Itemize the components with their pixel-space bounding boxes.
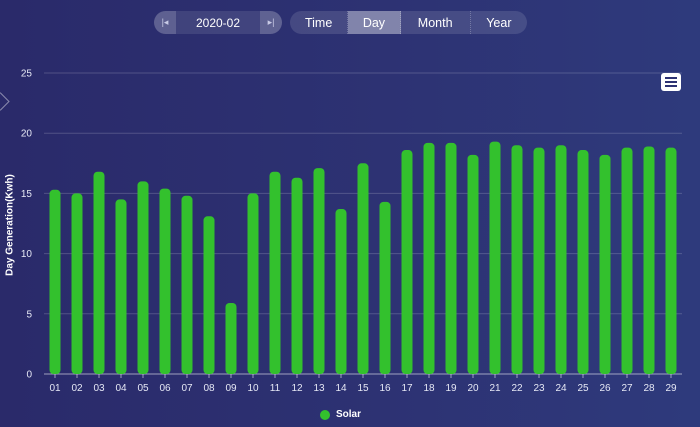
x-tick-label: 16 (379, 383, 391, 394)
x-tick-label: 19 (445, 383, 457, 394)
bar-day-23 (533, 147, 545, 374)
x-tick-label: 21 (489, 383, 501, 394)
x-tick-label: 26 (599, 383, 611, 394)
x-tick-label: 03 (93, 383, 105, 394)
x-tick-label: 17 (401, 383, 413, 394)
y-tick-label: 0 (26, 370, 32, 381)
bar-day-16 (379, 201, 391, 374)
x-tick-label: 27 (621, 383, 633, 394)
x-tick-label: 12 (291, 383, 303, 394)
bar-day-02 (71, 193, 83, 374)
bar-day-17 (401, 150, 413, 374)
bar-day-09 (225, 302, 237, 374)
y-tick-label: 25 (21, 69, 33, 80)
bar-day-18 (423, 142, 435, 374)
x-tick-label: 20 (467, 383, 479, 394)
bar-day-03 (93, 171, 105, 374)
bar-day-24 (555, 145, 567, 374)
x-tick-label: 28 (643, 383, 655, 394)
x-tick-label: 10 (247, 383, 259, 394)
y-tick-label: 20 (21, 129, 33, 140)
x-tick-label: 14 (335, 383, 347, 394)
legend-label-solar: Solar (336, 409, 362, 420)
y-tick-label: 15 (21, 189, 33, 200)
bar-day-26 (599, 154, 611, 374)
x-tick-label: 18 (423, 383, 435, 394)
x-tick-label: 29 (665, 383, 677, 394)
x-tick-label: 11 (270, 383, 281, 394)
bar-day-08 (203, 216, 215, 374)
bar-day-21 (489, 141, 501, 374)
bar-day-11 (269, 171, 281, 374)
bar-day-12 (291, 177, 303, 374)
x-tick-label: 07 (181, 383, 193, 394)
bar-day-15 (357, 163, 369, 374)
x-tick-label: 23 (533, 383, 545, 394)
bar-day-14 (335, 209, 347, 374)
x-tick-label: 15 (357, 383, 369, 394)
x-tick-label: 04 (115, 383, 127, 394)
x-tick-label: 05 (137, 383, 149, 394)
bar-day-04 (115, 199, 127, 374)
bar-day-22 (511, 145, 523, 374)
bar-day-07 (181, 195, 193, 374)
bar-day-06 (159, 188, 171, 374)
bar-day-01 (49, 189, 61, 374)
x-tick-label: 22 (511, 383, 523, 394)
x-tick-label: 08 (203, 383, 215, 394)
bar-day-29 (665, 147, 677, 374)
x-tick-label: 02 (71, 383, 83, 394)
x-tick-label: 09 (225, 383, 237, 394)
legend[interactable]: Solar (320, 409, 361, 420)
x-tick-label: 24 (555, 383, 567, 394)
x-tick-label: 06 (159, 383, 171, 394)
x-tick-label: 25 (577, 383, 589, 394)
bar-day-13 (313, 168, 325, 374)
bar-day-20 (467, 154, 479, 374)
x-tick-label: 13 (313, 383, 325, 394)
y-axis-title: Day Generation(Kwh) (4, 174, 16, 276)
bar-day-05 (137, 181, 149, 374)
legend-swatch-solar (320, 409, 330, 420)
x-tick-label: 01 (49, 383, 61, 394)
bar-day-25 (577, 150, 589, 374)
bar-day-28 (643, 146, 655, 374)
y-tick-label: 5 (26, 309, 32, 320)
bar-day-10 (247, 193, 259, 374)
y-tick-label: 10 (21, 249, 33, 260)
bar-day-27 (621, 147, 633, 374)
bar-day-19 (445, 142, 457, 374)
bar-chart: 051015202501 02 03 04 05 06 07 08 09 10 11 12 13 14 15… (21, 69, 682, 394)
